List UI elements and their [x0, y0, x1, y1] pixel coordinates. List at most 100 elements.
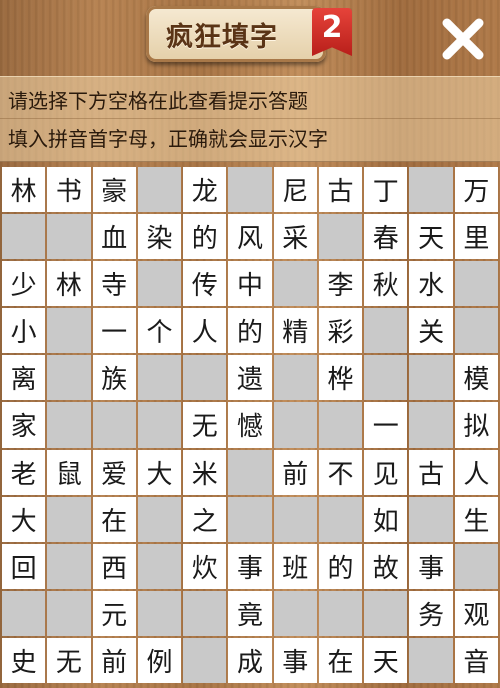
grid-cell[interactable]: 憾 — [228, 402, 272, 448]
grid-cell-blocked — [318, 590, 363, 636]
grid-cell[interactable]: 务 — [409, 590, 453, 636]
grid-cell[interactable]: 里 — [454, 214, 498, 260]
grid-cell[interactable]: 史 — [2, 637, 46, 683]
grid-cell[interactable]: 西 — [92, 543, 136, 589]
grid-cell[interactable]: 古 — [409, 449, 453, 495]
grid-cell[interactable]: 的 — [318, 543, 363, 589]
grid-cell[interactable]: 遗 — [228, 355, 272, 401]
grid-cell[interactable]: 事 — [273, 637, 317, 683]
grid-cell[interactable]: 竟 — [228, 590, 272, 636]
grid-cell[interactable]: 尼 — [273, 167, 317, 213]
grid-cell[interactable]: 采 — [273, 214, 317, 260]
grid-cell[interactable]: 老 — [2, 449, 46, 495]
grid-cell[interactable]: 豪 — [92, 167, 136, 213]
grid-cell[interactable]: 桦 — [318, 355, 363, 401]
grid-cell[interactable]: 在 — [92, 496, 136, 542]
grid-cell[interactable]: 前 — [273, 449, 317, 495]
grid-cell-blocked — [47, 308, 91, 354]
grid-cell[interactable]: 成 — [228, 637, 272, 683]
grid-cell[interactable]: 无 — [183, 402, 227, 448]
close-button[interactable] — [438, 14, 488, 64]
grid-cell[interactable]: 大 — [2, 496, 46, 542]
hint-instruction-select: 请选择下方空格在此查看提示答题 — [8, 89, 308, 113]
grid-cell[interactable]: 拟 — [454, 402, 498, 448]
grid-cell[interactable]: 传 — [183, 261, 227, 307]
grid-cell[interactable]: 前 — [92, 637, 136, 683]
grid-cell[interactable]: 少 — [2, 261, 46, 307]
grid-cell-blocked — [2, 214, 46, 260]
grid-cell-blocked — [364, 590, 408, 636]
grid-cell[interactable]: 例 — [137, 637, 182, 683]
grid-cell[interactable]: 一 — [92, 308, 136, 354]
grid-cell[interactable]: 不 — [318, 449, 363, 495]
grid-cell[interactable]: 春 — [364, 214, 408, 260]
grid-cell-blocked — [47, 496, 91, 542]
grid-cell-blocked — [137, 261, 182, 307]
grid-cell[interactable]: 李 — [318, 261, 363, 307]
game-title-plaque: 疯狂填字 — [146, 6, 326, 62]
grid-cell[interactable]: 小 — [2, 308, 46, 354]
grid-cell[interactable]: 风 — [228, 214, 272, 260]
grid-cell-blocked — [47, 543, 91, 589]
grid-cell[interactable]: 人 — [183, 308, 227, 354]
grid-cell[interactable]: 米 — [183, 449, 227, 495]
grid-cell[interactable]: 万 — [454, 167, 498, 213]
grid-cell-blocked — [273, 496, 317, 542]
grid-cell[interactable]: 在 — [318, 637, 363, 683]
grid-cell[interactable]: 血 — [92, 214, 136, 260]
grid-cell[interactable]: 一 — [364, 402, 408, 448]
grid-cell[interactable]: 染 — [137, 214, 182, 260]
grid-cell[interactable]: 林 — [2, 167, 46, 213]
grid-cell-blocked — [137, 590, 182, 636]
grid-cell[interactable]: 中 — [228, 261, 272, 307]
grid-cell[interactable]: 书 — [47, 167, 91, 213]
grid-cell-blocked — [228, 496, 272, 542]
grid-cell[interactable]: 关 — [409, 308, 453, 354]
grid-cell[interactable]: 的 — [228, 308, 272, 354]
version-badge-number: 2 — [321, 10, 343, 45]
grid-cell[interactable]: 回 — [2, 543, 46, 589]
grid-cell[interactable]: 家 — [2, 402, 46, 448]
grid-cell[interactable]: 彩 — [318, 308, 363, 354]
grid-cell[interactable]: 大 — [137, 449, 182, 495]
grid-cell[interactable]: 鼠 — [47, 449, 91, 495]
grid-cell-blocked — [273, 590, 317, 636]
grid-cell[interactable]: 秋 — [364, 261, 408, 307]
grid-cell[interactable]: 班 — [273, 543, 317, 589]
grid-cell-blocked — [47, 402, 91, 448]
grid-cell-blocked — [409, 355, 453, 401]
grid-cell[interactable]: 无 — [47, 637, 91, 683]
grid-cell-blocked — [47, 590, 91, 636]
grid-cell[interactable]: 观 — [454, 590, 498, 636]
grid-cell[interactable]: 古 — [318, 167, 363, 213]
grid-cell[interactable]: 水 — [409, 261, 453, 307]
grid-cell-blocked — [137, 167, 182, 213]
grid-cell[interactable]: 模 — [454, 355, 498, 401]
grid-cell[interactable]: 音 — [454, 637, 498, 683]
grid-cell[interactable]: 如 — [364, 496, 408, 542]
grid-cell[interactable]: 龙 — [183, 167, 227, 213]
grid-cell[interactable]: 生 — [454, 496, 498, 542]
grid-cell[interactable]: 精 — [273, 308, 317, 354]
grid-cell-blocked — [409, 637, 453, 683]
grid-cell[interactable]: 丁 — [364, 167, 408, 213]
grid-cell[interactable]: 寺 — [92, 261, 136, 307]
grid-cell[interactable]: 天 — [364, 637, 408, 683]
hint-panel: 请选择下方空格在此查看提示答题 填入拼音首字母，正确就会显示汉字 — [0, 76, 500, 162]
grid-cell[interactable]: 个 — [137, 308, 182, 354]
grid-cell[interactable]: 离 — [2, 355, 46, 401]
grid-cell[interactable]: 事 — [228, 543, 272, 589]
grid-cell[interactable]: 爱 — [92, 449, 136, 495]
grid-cell[interactable]: 见 — [364, 449, 408, 495]
grid-cell[interactable]: 族 — [92, 355, 136, 401]
grid-cell[interactable]: 天 — [409, 214, 453, 260]
grid-cell[interactable]: 的 — [183, 214, 227, 260]
grid-cell[interactable]: 元 — [92, 590, 136, 636]
grid-cell[interactable]: 事 — [409, 543, 453, 589]
grid-cell[interactable]: 人 — [454, 449, 498, 495]
grid-cell[interactable]: 林 — [47, 261, 91, 307]
grid-cell[interactable]: 炊 — [183, 543, 227, 589]
grid-cell[interactable]: 故 — [364, 543, 408, 589]
grid-cell-blocked — [92, 402, 136, 448]
grid-cell[interactable]: 之 — [183, 496, 227, 542]
